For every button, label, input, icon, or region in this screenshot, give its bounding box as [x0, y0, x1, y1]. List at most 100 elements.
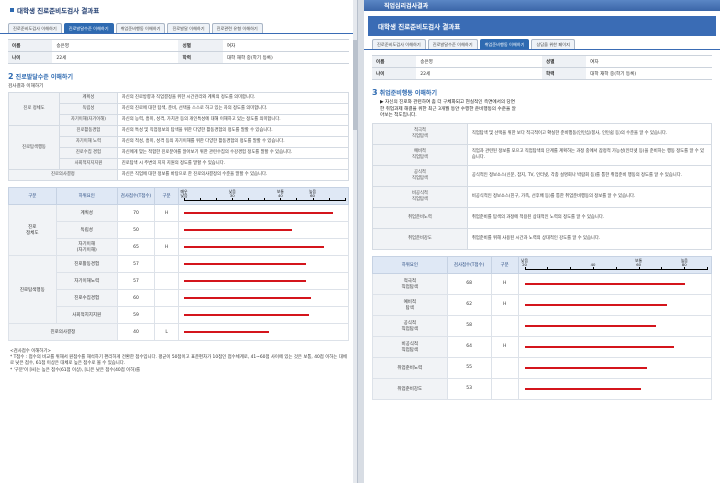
axis-tick — [524, 266, 526, 270]
right-intro-text: ▶ 자신의 진로와 관련하여 좀 더 구체화되고 현실적인 측면에서의 당면 한 … — [364, 97, 720, 120]
score-row: 진로의사결정 40 L — [8, 323, 350, 341]
info-key: 학력 — [541, 67, 587, 80]
axis-label: 낮음 20 — [521, 257, 529, 267]
axis-tick — [593, 266, 594, 270]
definition-subfactor: 비공식적 직업탐색 — [372, 185, 468, 208]
info-value: 여자 — [222, 39, 349, 52]
left-section-title: 진로발달수준 이해하기 — [15, 74, 73, 81]
score-bar — [184, 280, 307, 282]
info-key: 이름 — [372, 55, 417, 68]
score-bar — [184, 263, 307, 265]
axis-label: 보통 60 — [635, 257, 643, 267]
info-key: 학력 — [178, 51, 223, 64]
left-tab-0[interactable]: 진로준비도검사 이해하기 — [8, 23, 62, 33]
score-value: 55 — [446, 356, 492, 379]
score-bar — [184, 314, 310, 316]
info-key: 나이 — [372, 67, 417, 80]
left-tab-1[interactable]: 진로발달수준 이해하기 — [63, 23, 114, 33]
right-tab-3[interactable]: 상담을 위한 페이지 — [531, 39, 575, 49]
right-info-table: 이름 송은영 성별 여자 나이 22세 학력 대학 재학 중(학기 등록) — [372, 55, 712, 80]
score-subfactor: 적극적 직업탐색 — [372, 272, 448, 295]
left-tab-2[interactable]: 취업준비행동 이해하기 — [115, 23, 166, 33]
note-line: * '구분'이 [H]는 높은 점수(61점 이상), [L]은 낮은 점수(4… — [10, 367, 140, 373]
axis-tick — [570, 266, 572, 270]
score-bar — [184, 297, 311, 299]
left-scroll-thumb[interactable] — [353, 40, 357, 130]
axis-tick — [344, 198, 346, 201]
definition-row: 진로의사결정 자신은 직업에 대한 정보를 바탕으로 한 진로의사결정의 수준을 … — [8, 169, 350, 181]
score-value: 57 — [116, 272, 156, 290]
score-bar-cell — [517, 335, 713, 358]
definition-text: 직업탐색 및 선택을 위한 보다 적극적이고 확실한 준비행동(인턴십/봉사, … — [466, 122, 713, 145]
score-bar-cell — [517, 314, 713, 337]
axis-tick — [248, 198, 250, 201]
definition-text: 자신의 적성, 흥미, 성격 등의 자기이해를 위한 다양한 활동경험의 정도를… — [116, 136, 350, 148]
definition-row: 취업준비강도 취업준비를 위해 사용된 시간과 노력의 상대적인 강도를 알 수 … — [372, 227, 713, 250]
definition-text: 취업준비를 탐색의 과정에 적용된 상대적인 노력의 정도를 알 수 있습니다. — [466, 206, 713, 229]
definition-row: 취업준비노력 취업준비를 탐색의 과정에 적용된 상대적인 노력의 정도를 알 수… — [372, 206, 713, 229]
score-level — [154, 272, 179, 290]
axis-tick — [184, 198, 186, 201]
definition-text: 자신의 특성 및 직업정보의 탐색을 위한 다양한 활동경험의 정도를 말할 수… — [116, 125, 350, 137]
definition-subfactor: 자기이해 노력 — [59, 136, 118, 148]
left-window: 대학생 진로준비도검사 결과표 진로준비도검사 이해하기 진로발달수준 이해하기 취… — [0, 0, 358, 483]
axis-tick — [216, 198, 218, 201]
definition-text: 자신은 직업에 대한 정보를 바탕으로 한 진로의사결정의 수준을 말할 수 있… — [116, 169, 350, 181]
score-header-row: 구분 하위요인 검사점수(T점수) 구분 매우 낮음 낮음 30 보통 40 높음 60 — [8, 187, 350, 205]
left-section-heading: 2 진로발달수준 이해하기 — [0, 64, 357, 81]
score-axis: 낮음 20 40 보통 60 높음 80 — [519, 257, 711, 273]
definition-subfactor: 독립성 — [59, 103, 118, 115]
score-value: 62 — [446, 293, 492, 316]
definition-text: 자신의 능력, 흥미, 성격, 가치관 등의 개인특성에 대해 이해하고 있는 … — [116, 114, 350, 126]
score-header: 검사점수(T점수) — [116, 187, 156, 205]
left-tab-3[interactable]: 진로발달 이해하기 — [167, 23, 210, 33]
info-value: 22세 — [52, 51, 179, 64]
score-bar — [524, 366, 647, 369]
score-level: H — [490, 335, 519, 358]
right-tab-0[interactable]: 진로준비도검사 이해하기 — [372, 39, 426, 49]
score-bar-cell — [177, 289, 350, 307]
axis-label: 낮음 30 — [228, 189, 236, 198]
definition-subfactor: 진로활동경험 — [59, 125, 118, 137]
score-bar — [524, 345, 675, 348]
axis-tick — [280, 198, 282, 201]
definition-category: 진로탐색행동 — [8, 125, 60, 170]
right-tab-1[interactable]: 진로발달수준 이해하기 — [427, 39, 478, 49]
left-info-table: 이름 송은영 성별 여자 나이 22세 학력 대학 재학 중(학기 등록) — [8, 39, 349, 64]
score-bar — [524, 324, 656, 327]
score-level — [154, 255, 179, 273]
score-bar — [184, 246, 324, 248]
right-section-title: 취업준비행동 이해하기 — [379, 90, 437, 97]
score-value: 59 — [116, 306, 156, 324]
score-row: 자기이해 (자기이해) 65 H — [9, 238, 350, 256]
axis-label: 보통 40 — [276, 189, 284, 198]
left-tab-4[interactable]: 진로관련 유형 이해하기 — [211, 23, 263, 33]
score-level: L — [154, 323, 179, 341]
right-info-row: 나이 22세 학력 대학 재학 중(학기 등록) — [372, 67, 712, 80]
score-bar-cell — [177, 306, 350, 324]
score-bar — [184, 212, 334, 214]
score-level: H — [154, 238, 179, 256]
score-row: 공식적 직업탐색 58 — [372, 314, 713, 337]
axis-tick — [328, 198, 330, 201]
right-info-row: 이름 송은영 성별 여자 — [372, 55, 712, 68]
axis-tick — [547, 266, 549, 270]
score-row: 취업준비노력 55 — [372, 356, 713, 379]
score-header: 하위요인 — [55, 187, 118, 205]
left-scrollbar[interactable] — [353, 0, 357, 483]
score-header: 구분 — [8, 187, 57, 205]
score-bar-cell — [177, 238, 350, 256]
definition-subfactor: 취업준비강도 — [372, 227, 468, 250]
info-key: 나이 — [8, 51, 53, 64]
score-subfactor: 자기이해 (자기이해) — [55, 238, 118, 256]
score-subfactor: 공식적 직업탐색 — [372, 314, 448, 337]
axis-tick — [638, 266, 640, 270]
axis-tick — [684, 266, 686, 270]
score-subfactor: 취업준비강도 — [372, 377, 448, 400]
definition-row: 진로 정체도 계획성 자신의 진로방향과 직업결정을 위한 시간관리와 계획의 정도… — [8, 92, 350, 126]
axis-label: 높음 80 — [680, 257, 688, 267]
right-tab-2[interactable]: 취업준비행동 이해하기 — [479, 39, 530, 49]
score-value: 50 — [116, 221, 156, 239]
definition-row: 적극적 직업탐색 직업탐색 및 선택을 위한 보다 적극적이고 확실한 준비행동(인… — [372, 122, 713, 145]
definition-text: 비공식적인 정보소스(친구, 가족, 선후배 등)를 통한 취업준비행동의 정보… — [466, 185, 713, 208]
